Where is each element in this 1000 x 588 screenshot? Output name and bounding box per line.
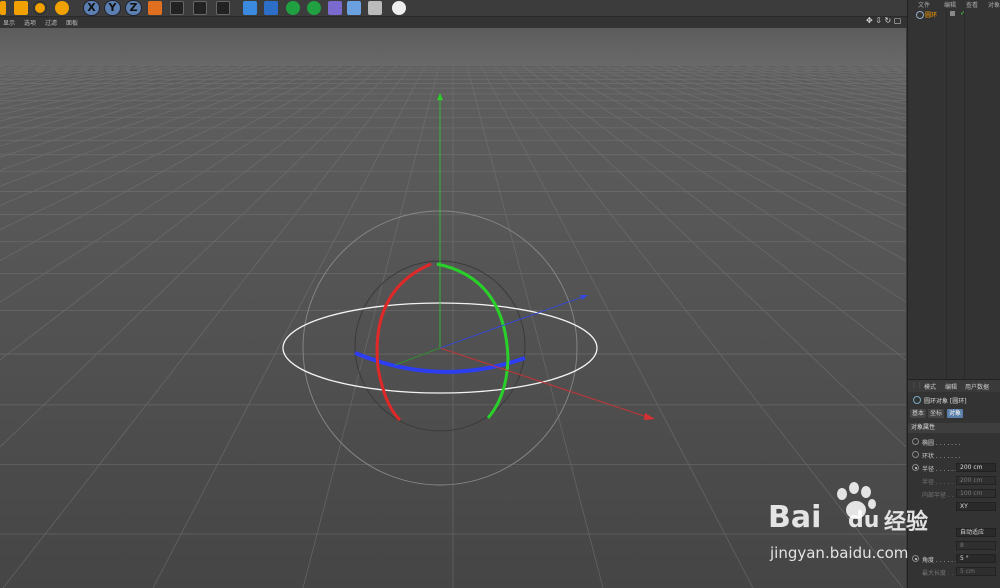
camera-icon[interactable]: [368, 1, 382, 15]
property-value-field[interactable]: 200 cm: [956, 463, 996, 472]
menu-display[interactable]: 显示: [3, 18, 15, 27]
object-list-item[interactable]: 圆环 ✓: [910, 9, 999, 21]
attr-menu-edit[interactable]: 编辑: [945, 382, 957, 391]
rotate-tool-icon[interactable]: [33, 1, 47, 15]
circle-object-icon: [913, 396, 921, 404]
viewport-nav-icons[interactable]: ✥ ⇩ ↻ ▢: [866, 16, 901, 25]
circle-spline-icon: [916, 11, 924, 19]
property-value-field[interactable]: 100 cm: [956, 489, 996, 498]
object-name[interactable]: 圆环: [925, 10, 937, 19]
property-row: 8: [908, 540, 1000, 552]
tab-coord[interactable]: 坐标: [928, 409, 945, 418]
render-view-icon[interactable]: [170, 1, 184, 15]
property-radio[interactable]: [912, 516, 919, 523]
menu-options[interactable]: 选项: [24, 18, 36, 27]
deformer-icon[interactable]: [328, 1, 342, 15]
property-label: 角度 . . . . . . .: [922, 557, 961, 564]
property-row: XY: [908, 501, 1000, 513]
move-tool-icon[interactable]: [14, 1, 28, 15]
property-value-field[interactable]: 5 cm: [956, 567, 996, 576]
attributes-menubar: ⋮⋮ 模式 编辑 用户数据: [908, 379, 1000, 392]
property-value-field[interactable]: 8: [956, 541, 996, 550]
attr-menu-userdata[interactable]: 用户数据: [965, 382, 989, 391]
objects-menu-file[interactable]: 文件: [918, 0, 930, 9]
property-row: 半径 . . . . . . . 200 cm: [908, 462, 1000, 474]
coordinate-system-icon[interactable]: [148, 1, 162, 15]
property-row: 环状 . . . . . . .: [908, 449, 1000, 461]
right-panels: 文件 编辑 查看 对象 圆环 ✓ ⋮⋮ 模式 编辑 用户数据 圆环对象 [圆环]…: [907, 0, 1000, 588]
objects-menu-edit[interactable]: 编辑: [944, 0, 956, 9]
floor-icon[interactable]: [347, 1, 361, 15]
property-row: 自动适应: [908, 527, 1000, 539]
property-row: 半径 . . . . . . 200 cm: [908, 475, 1000, 487]
property-radio[interactable]: [912, 438, 919, 445]
tab-basic[interactable]: 基本: [910, 409, 927, 418]
property-list: 椭圆 . . . . . . . 环状 . . . . . . . 半径 . . .…: [908, 436, 1000, 586]
attributes-grip-icon: ⋮⋮: [911, 382, 923, 389]
attr-menu-mode[interactable]: 模式: [924, 382, 936, 391]
section-header: 对象属性: [908, 423, 1000, 433]
property-radio[interactable]: [912, 555, 919, 562]
property-label: 环状 . . . . . . .: [922, 453, 961, 460]
property-row: 内部半径 . . . 100 cm: [908, 488, 1000, 500]
attributes-title: 圆环对象 [圆环]: [924, 398, 967, 405]
property-value-field[interactable]: 自动适应: [956, 528, 996, 537]
render-to-picture-viewer-icon[interactable]: [193, 1, 207, 15]
subdivision-icon[interactable]: [286, 1, 300, 15]
pen-icon[interactable]: [264, 1, 278, 15]
render-settings-icon[interactable]: [216, 1, 230, 15]
main-toolbar: X Y Z: [0, 0, 908, 17]
property-radio[interactable]: [912, 451, 919, 458]
y-axis-toggle[interactable]: Y: [104, 0, 121, 16]
property-label: 半径 . . . . . . .: [922, 466, 961, 473]
refresh-icon[interactable]: [55, 1, 69, 15]
z-axis-toggle[interactable]: Z: [125, 0, 142, 16]
cube-icon[interactable]: [243, 1, 257, 15]
light-icon[interactable]: [392, 1, 406, 15]
property-label: 半径 . . . . . .: [922, 479, 957, 486]
sky-background: [0, 28, 906, 68]
attributes-title-row: 圆环对象 [圆环]: [908, 394, 1000, 406]
3d-viewport[interactable]: [0, 28, 906, 588]
property-value-field[interactable]: 200 cm: [956, 476, 996, 485]
objects-menu-view[interactable]: 查看: [966, 0, 978, 9]
property-label: 椭圆 . . . . . . .: [922, 440, 961, 447]
menu-panel[interactable]: 面板: [66, 18, 78, 27]
attributes-tabs: 基本 坐标 对象: [910, 409, 1000, 419]
property-row: 最大长度 . . .5 cm: [908, 566, 1000, 578]
objects-menu-object[interactable]: 对象: [988, 0, 1000, 9]
property-radio[interactable]: [912, 464, 919, 471]
property-row: [908, 514, 1000, 526]
objects-column-divider: [946, 9, 947, 379]
scale-tool-icon[interactable]: [0, 1, 6, 15]
visibility-toggle-icon[interactable]: [950, 11, 955, 16]
property-label: 最大长度 . . .: [922, 570, 958, 577]
property-row: 椭圆 . . . . . . .: [908, 436, 1000, 448]
property-value-field[interactable]: 5 °: [956, 554, 996, 563]
x-axis-toggle[interactable]: X: [83, 0, 100, 16]
cloner-icon[interactable]: [307, 1, 321, 15]
property-row: 角度 . . . . . . .5 °: [908, 553, 1000, 565]
tab-object[interactable]: 对象: [947, 409, 964, 418]
property-value-field[interactable]: XY: [956, 502, 996, 511]
viewport-menubar: 显示 选项 过滤 面板 ✥ ⇩ ↻ ▢: [0, 16, 908, 28]
objects-column-divider: [964, 9, 965, 379]
menu-filter[interactable]: 过滤: [45, 18, 57, 27]
viewport-canvas[interactable]: [0, 28, 906, 588]
property-label: 内部半径 . . .: [922, 492, 958, 499]
